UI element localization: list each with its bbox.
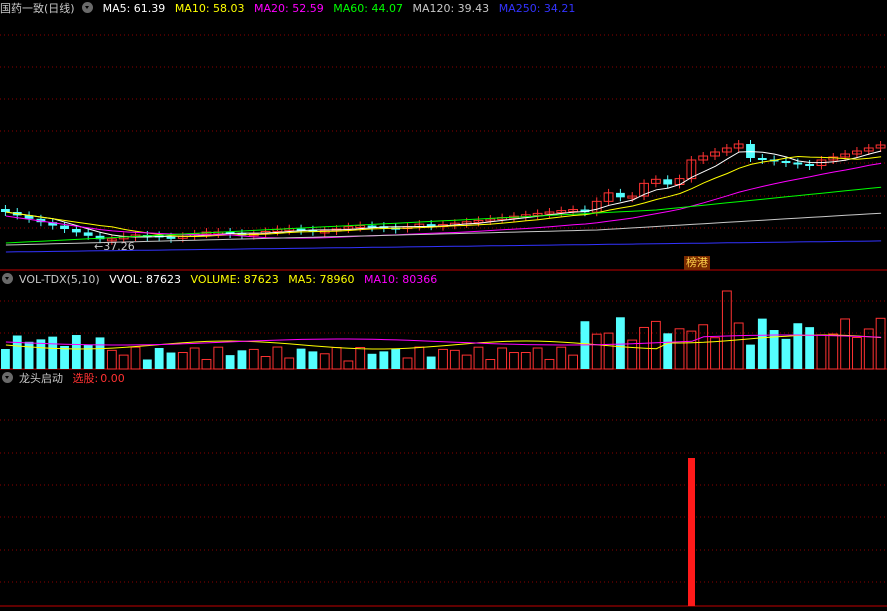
volume-bar xyxy=(201,358,212,370)
volume-bar xyxy=(793,323,803,369)
volume-bar xyxy=(402,357,413,370)
candle-body xyxy=(166,236,176,239)
volume-bar xyxy=(686,330,697,370)
volume-bar xyxy=(130,346,141,370)
volume-bar xyxy=(391,348,401,369)
volume-bar xyxy=(426,356,436,369)
volume-bar xyxy=(781,338,791,369)
candle-body xyxy=(746,144,755,158)
volume-bar xyxy=(520,352,531,370)
volume-bar xyxy=(414,346,425,370)
volume-bar xyxy=(663,333,673,369)
volume-bar xyxy=(24,341,34,369)
volume-bar xyxy=(769,330,779,369)
volume-bar xyxy=(615,317,625,369)
volume-bar xyxy=(12,335,22,369)
volume-bar xyxy=(473,346,484,370)
volume-bar xyxy=(237,350,247,369)
candle-body xyxy=(663,179,673,185)
candle-body xyxy=(1,209,10,212)
volume-bar xyxy=(816,334,827,370)
volume-bar xyxy=(863,328,874,370)
volume-bar xyxy=(48,336,58,369)
event-tag: 榜港 xyxy=(684,256,710,270)
volume-bar xyxy=(177,352,188,370)
volume-bar xyxy=(532,347,543,370)
candle-body xyxy=(781,161,791,163)
volume-bar xyxy=(319,353,330,370)
candle-body xyxy=(757,158,767,160)
volume-bar xyxy=(83,344,93,369)
volume-bar xyxy=(591,333,602,370)
candle-body xyxy=(805,164,815,166)
volume-ma10-line xyxy=(5,334,882,346)
volume-bar xyxy=(746,344,755,369)
volume-bar xyxy=(106,349,117,370)
volume-bar xyxy=(710,337,720,370)
volume-bar xyxy=(875,317,886,370)
candle-body xyxy=(71,229,81,233)
volume-bar xyxy=(95,337,105,369)
candle-body xyxy=(60,225,69,229)
volume-bar xyxy=(721,290,732,370)
candle-body xyxy=(615,192,625,198)
volume-bar xyxy=(461,354,472,370)
volume-bar xyxy=(60,345,69,369)
volume-bar xyxy=(189,347,200,370)
volume-bar xyxy=(544,358,555,370)
candle-body xyxy=(793,162,803,165)
volume-bar xyxy=(272,346,283,370)
candle-body xyxy=(83,232,93,236)
volume-bar xyxy=(213,346,224,370)
volume-bar xyxy=(331,347,342,370)
volume-bar xyxy=(497,347,508,370)
volume-bar xyxy=(367,353,377,369)
signal-bar xyxy=(688,458,695,606)
ma250-line xyxy=(5,240,882,253)
volume-bar xyxy=(154,347,164,369)
volume-bar xyxy=(308,351,318,369)
volume-bar xyxy=(438,348,448,370)
volume-bar xyxy=(757,318,767,369)
volume-bar xyxy=(627,339,638,370)
volume-bar xyxy=(485,359,496,370)
volume-bar xyxy=(556,346,567,370)
volume-bar xyxy=(805,327,815,369)
volume-bar xyxy=(71,335,81,369)
volume-bar xyxy=(142,359,152,369)
volume-bar xyxy=(166,352,176,369)
volume-bar xyxy=(260,356,271,370)
volume-bar xyxy=(828,333,839,370)
volume-bar xyxy=(840,318,851,370)
volume-bar xyxy=(284,357,295,370)
volume-bar xyxy=(733,322,744,370)
volume-bar xyxy=(1,349,10,369)
volume-bar xyxy=(650,320,661,370)
candle-body xyxy=(426,224,436,227)
volume-bar xyxy=(118,354,129,370)
volume-bar xyxy=(674,328,685,370)
volume-bar xyxy=(225,355,235,369)
volume-bar xyxy=(509,352,519,370)
volume-bar xyxy=(852,336,862,370)
volume-bar xyxy=(343,360,354,370)
volume-bar xyxy=(449,349,460,370)
volume-bar xyxy=(568,354,579,370)
volume-bar xyxy=(603,332,614,370)
volume-bar xyxy=(379,351,389,369)
volume-bar xyxy=(698,324,709,370)
low-price-marker: ←37.26 xyxy=(94,240,135,253)
volume-bar xyxy=(296,348,306,369)
volume-bar xyxy=(248,348,259,370)
kline-chart[interactable] xyxy=(0,0,887,611)
volume-bar xyxy=(355,347,366,370)
